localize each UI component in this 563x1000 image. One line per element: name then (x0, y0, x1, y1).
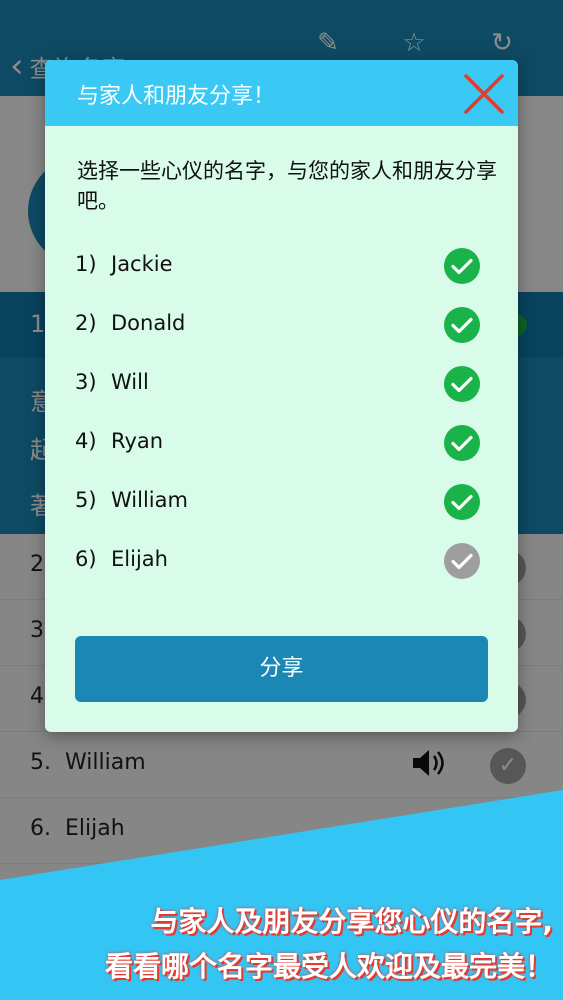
name-index: 4) (75, 429, 97, 453)
name-label: Elijah (111, 547, 168, 571)
share-name-row[interactable]: 2) Donald (45, 297, 518, 353)
dialog-header: 与家人和朋友分享！ (45, 60, 518, 126)
name-index: 6) (75, 547, 97, 571)
promo-line-2: 看看哪个名字最受人欢迎及最完美！ (104, 950, 553, 983)
dialog-description: 选择一些心仪的名字，与您的家人和朋友分享吧。 (77, 159, 497, 213)
dialog-title: 与家人和朋友分享！ (77, 84, 276, 109)
share-dialog: 与家人和朋友分享！ 选择一些心仪的名字，与您的家人和朋友分享吧。 1) Jack… (45, 60, 518, 732)
promo-banner: 与家人及朋友分享您心仪的名字, 看看哪个名字最受人欢迎及最完美！ (0, 790, 563, 1000)
name-label: William (111, 488, 188, 512)
promo-line-1: 与家人及朋友分享您心仪的名字, (150, 905, 553, 938)
name-index: 3) (75, 370, 97, 394)
check-circle-icon[interactable] (444, 366, 480, 402)
share-button[interactable]: 分享 (75, 636, 488, 702)
share-name-row[interactable]: 4) Ryan (45, 415, 518, 471)
close-icon[interactable] (462, 72, 506, 116)
name-index: 2) (75, 311, 97, 335)
name-index: 1) (75, 252, 97, 276)
check-circle-icon[interactable] (444, 248, 480, 284)
check-circle-icon[interactable] (444, 484, 480, 520)
check-circle-icon[interactable] (444, 307, 480, 343)
check-circle-icon[interactable] (444, 543, 480, 579)
name-label: Ryan (111, 429, 164, 453)
name-label: Donald (111, 311, 186, 335)
name-label: Will (111, 370, 149, 394)
share-name-row[interactable]: 3) Will (45, 356, 518, 412)
name-label: Jackie (111, 252, 173, 276)
share-name-row[interactable]: 1) Jackie (45, 238, 518, 294)
share-name-row[interactable]: 6) Elijah (45, 533, 518, 589)
check-circle-icon[interactable] (444, 425, 480, 461)
name-index: 5) (75, 488, 97, 512)
share-name-row[interactable]: 5) William (45, 474, 518, 530)
